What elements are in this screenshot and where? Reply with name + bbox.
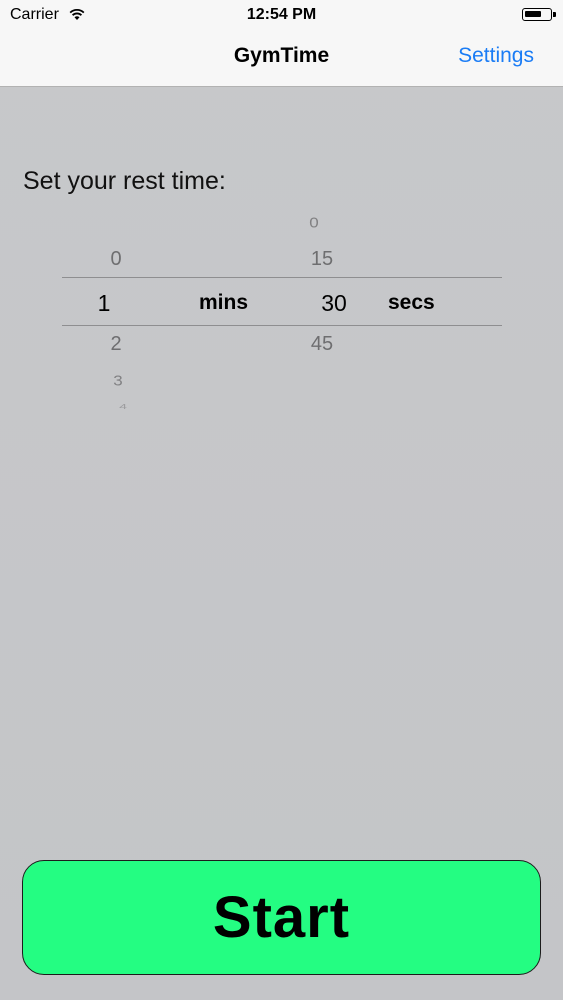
settings-button[interactable]: Settings <box>458 44 534 68</box>
seconds-unit-label: secs <box>388 291 435 314</box>
seconds-option[interactable]: 45 <box>292 333 352 356</box>
status-time: 12:54 PM <box>246 6 317 23</box>
seconds-option[interactable]: 0 <box>284 215 344 232</box>
minutes-option[interactable]: 3 <box>88 373 148 390</box>
battery-icon <box>522 8 556 21</box>
minutes-option[interactable]: 0 <box>86 248 146 271</box>
seconds-selected[interactable]: 30 <box>304 290 364 317</box>
minutes-option[interactable]: 2 <box>86 333 146 356</box>
rest-time-prompt: Set your rest time: <box>23 167 226 195</box>
picker-selection-bottom-line <box>62 325 502 326</box>
minutes-selected[interactable]: 1 <box>74 290 134 317</box>
picker-selection-top-line <box>62 277 502 278</box>
seconds-option[interactable]: 15 <box>292 248 352 271</box>
status-bar: Carrier 12:54 PM <box>0 0 563 30</box>
start-button-label: Start <box>212 885 351 950</box>
rest-time-picker[interactable]: 0 1 2 3 4 mins 0 15 30 45 secs <box>62 205 502 425</box>
minutes-option[interactable]: 4 <box>93 402 153 411</box>
start-button[interactable]: Start <box>22 860 541 975</box>
minutes-unit-label: mins <box>199 291 249 314</box>
navigation-bar: GymTime Settings <box>0 30 563 87</box>
